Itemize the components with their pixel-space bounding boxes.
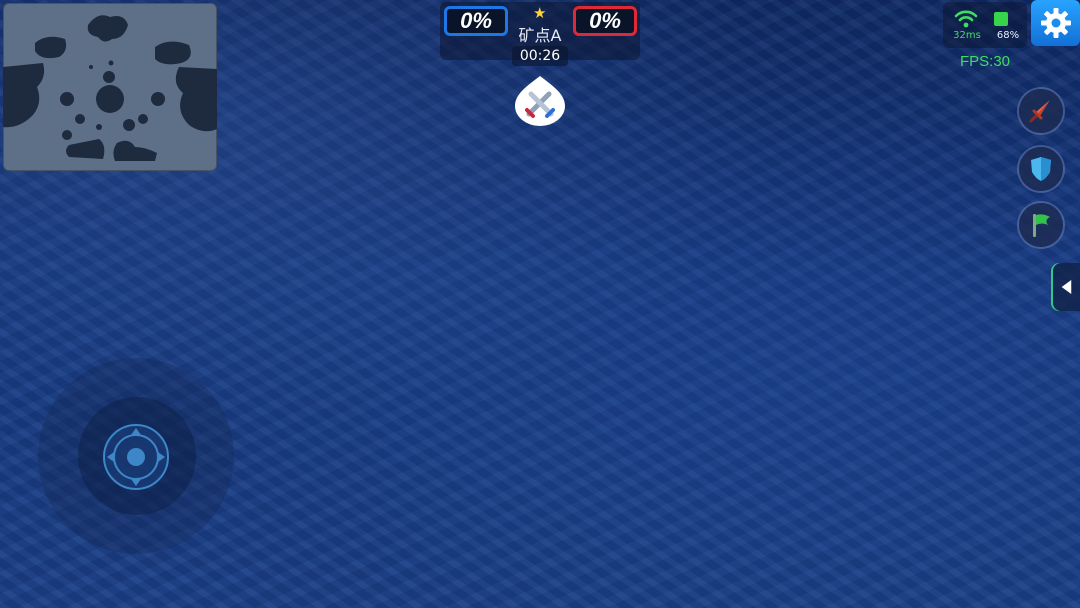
- wifi-icon: [954, 8, 978, 30]
- sword-icon: [1029, 100, 1050, 123]
- star-icon: ★: [533, 4, 547, 22]
- blue-team-score: 0%: [444, 6, 508, 36]
- objective-waypoint-marker: [513, 74, 567, 128]
- defend-button[interactable]: [1019, 147, 1063, 191]
- minimap-terrain: [3, 15, 217, 161]
- match-timer: 00:26: [512, 46, 568, 66]
- shield-icon: [1031, 157, 1051, 181]
- attack-button[interactable]: [1019, 89, 1063, 133]
- battery-label: 68%: [996, 30, 1020, 41]
- joystick-knob[interactable]: [101, 422, 171, 492]
- dpad-icon: [103, 424, 169, 490]
- capture-point-name: 矿点A: [518, 26, 562, 45]
- triangle-left-icon: [1061, 280, 1071, 294]
- red-team-score: 0%: [573, 6, 637, 36]
- settings-button[interactable]: [1031, 0, 1080, 46]
- capture-flag-button[interactable]: [1019, 203, 1063, 247]
- flag-icon: [1033, 214, 1050, 237]
- gear-icon: [1040, 8, 1071, 38]
- side-panel-toggle[interactable]: [1051, 263, 1080, 311]
- minimap[interactable]: [3, 3, 217, 171]
- ping-label: 32ms: [953, 30, 981, 41]
- battery-icon: [994, 12, 1008, 26]
- fps-counter: FPS:30: [959, 53, 1011, 70]
